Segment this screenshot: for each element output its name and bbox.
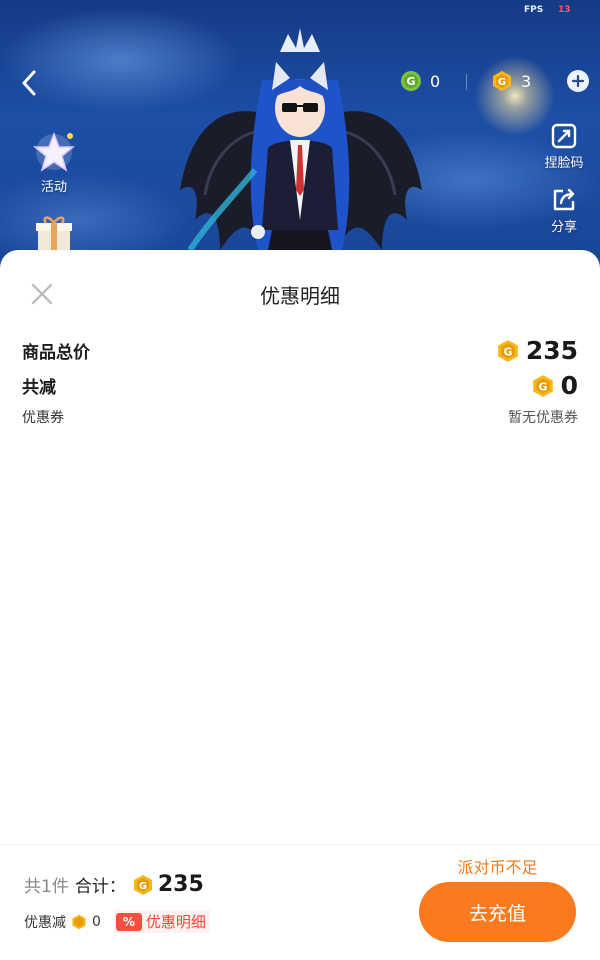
share-icon xyxy=(553,188,575,211)
balance-divider xyxy=(466,74,467,90)
total-reduction-value: 0 xyxy=(560,371,578,400)
green-coin-count: 0 xyxy=(430,71,441,91)
avatar-scene: FPS 13 G 0 G 3 活动 捏脸码 分享 xyxy=(0,0,600,270)
gift-icon xyxy=(36,216,72,250)
svg-text:G: G xyxy=(139,881,147,892)
total-price-value: 235 xyxy=(525,336,578,365)
gold-coin-icon: G xyxy=(133,874,152,895)
coupon-label: 优惠券 xyxy=(22,410,64,426)
gold-coin-count: 3 xyxy=(521,71,532,91)
sum-label: 合计： xyxy=(74,877,126,897)
gold-coin-icon xyxy=(72,914,86,929)
total-price-amount: G 235 xyxy=(496,336,578,365)
item-count: 共1件 xyxy=(24,877,69,897)
add-coins-button[interactable] xyxy=(567,70,589,92)
back-icon xyxy=(22,70,36,96)
discount-detail-label: 优惠明细 xyxy=(145,913,206,931)
gold-coin-icon: G xyxy=(497,339,518,362)
gold-coin-icon: G xyxy=(493,71,511,91)
share-button[interactable]: 分享 xyxy=(540,186,588,235)
svg-text:G: G xyxy=(406,75,415,88)
discount-label: 优惠减 xyxy=(24,914,66,931)
plus-icon xyxy=(572,75,584,87)
avatar-character xyxy=(180,28,422,270)
green-coin-balance: G 0 xyxy=(400,70,440,92)
gold-coin-balance: G 3 xyxy=(491,70,531,92)
discount-detail-link[interactable]: % 优惠明细 xyxy=(113,910,210,933)
footer-divider xyxy=(0,844,600,845)
insufficient-coins-notice: 派对币不足 xyxy=(457,858,538,877)
svg-text:G: G xyxy=(503,345,512,358)
gold-coin-icon: G xyxy=(532,374,553,397)
total-reduction-amount: G 0 xyxy=(531,371,578,400)
recharge-button[interactable]: 去充值 xyxy=(419,882,576,942)
green-coin-icon: G xyxy=(401,71,421,91)
coupon-row[interactable]: 优惠券 暂无优惠券 xyxy=(22,407,578,427)
fps-value: 13 xyxy=(558,5,571,15)
order-summary: 共1件 合计： G 235 xyxy=(24,872,204,897)
pinch-face-icon xyxy=(551,123,577,149)
total-price-label: 商品总价 xyxy=(22,343,90,363)
pinch-face-label: 捏脸码 xyxy=(544,156,584,171)
total-price-row: 商品总价 G 235 xyxy=(22,336,578,365)
back-button[interactable] xyxy=(14,66,44,100)
percent-badge: % xyxy=(115,912,142,931)
gift-button[interactable] xyxy=(28,214,80,250)
activity-label: 活动 xyxy=(40,180,67,195)
fps-label: FPS xyxy=(524,5,544,15)
share-label: 分享 xyxy=(550,220,577,235)
coupon-value: 暂无优惠券 xyxy=(508,410,578,426)
svg-text:G: G xyxy=(538,380,547,393)
total-reduction-row: 共减 G 0 xyxy=(22,371,578,400)
total-reduction-label: 共减 xyxy=(22,378,56,398)
discount-value: 0 xyxy=(92,913,101,930)
activity-button[interactable]: 活动 xyxy=(24,128,84,195)
sheet-title: 优惠明细 xyxy=(260,284,340,308)
sum-amount: G 235 xyxy=(132,872,204,897)
sum-value: 235 xyxy=(157,872,204,897)
svg-text:G: G xyxy=(498,77,506,88)
discount-summary: 优惠减 0 % 优惠明细 xyxy=(24,910,210,933)
discount-detail-sheet: 优惠明细 商品总价 G 235 共减 G 0 优惠券 暂无优惠券 共1件 合计：… xyxy=(0,250,600,960)
activity-star-icon xyxy=(32,131,76,172)
pinch-face-code-button[interactable]: 捏脸码 xyxy=(538,122,590,171)
